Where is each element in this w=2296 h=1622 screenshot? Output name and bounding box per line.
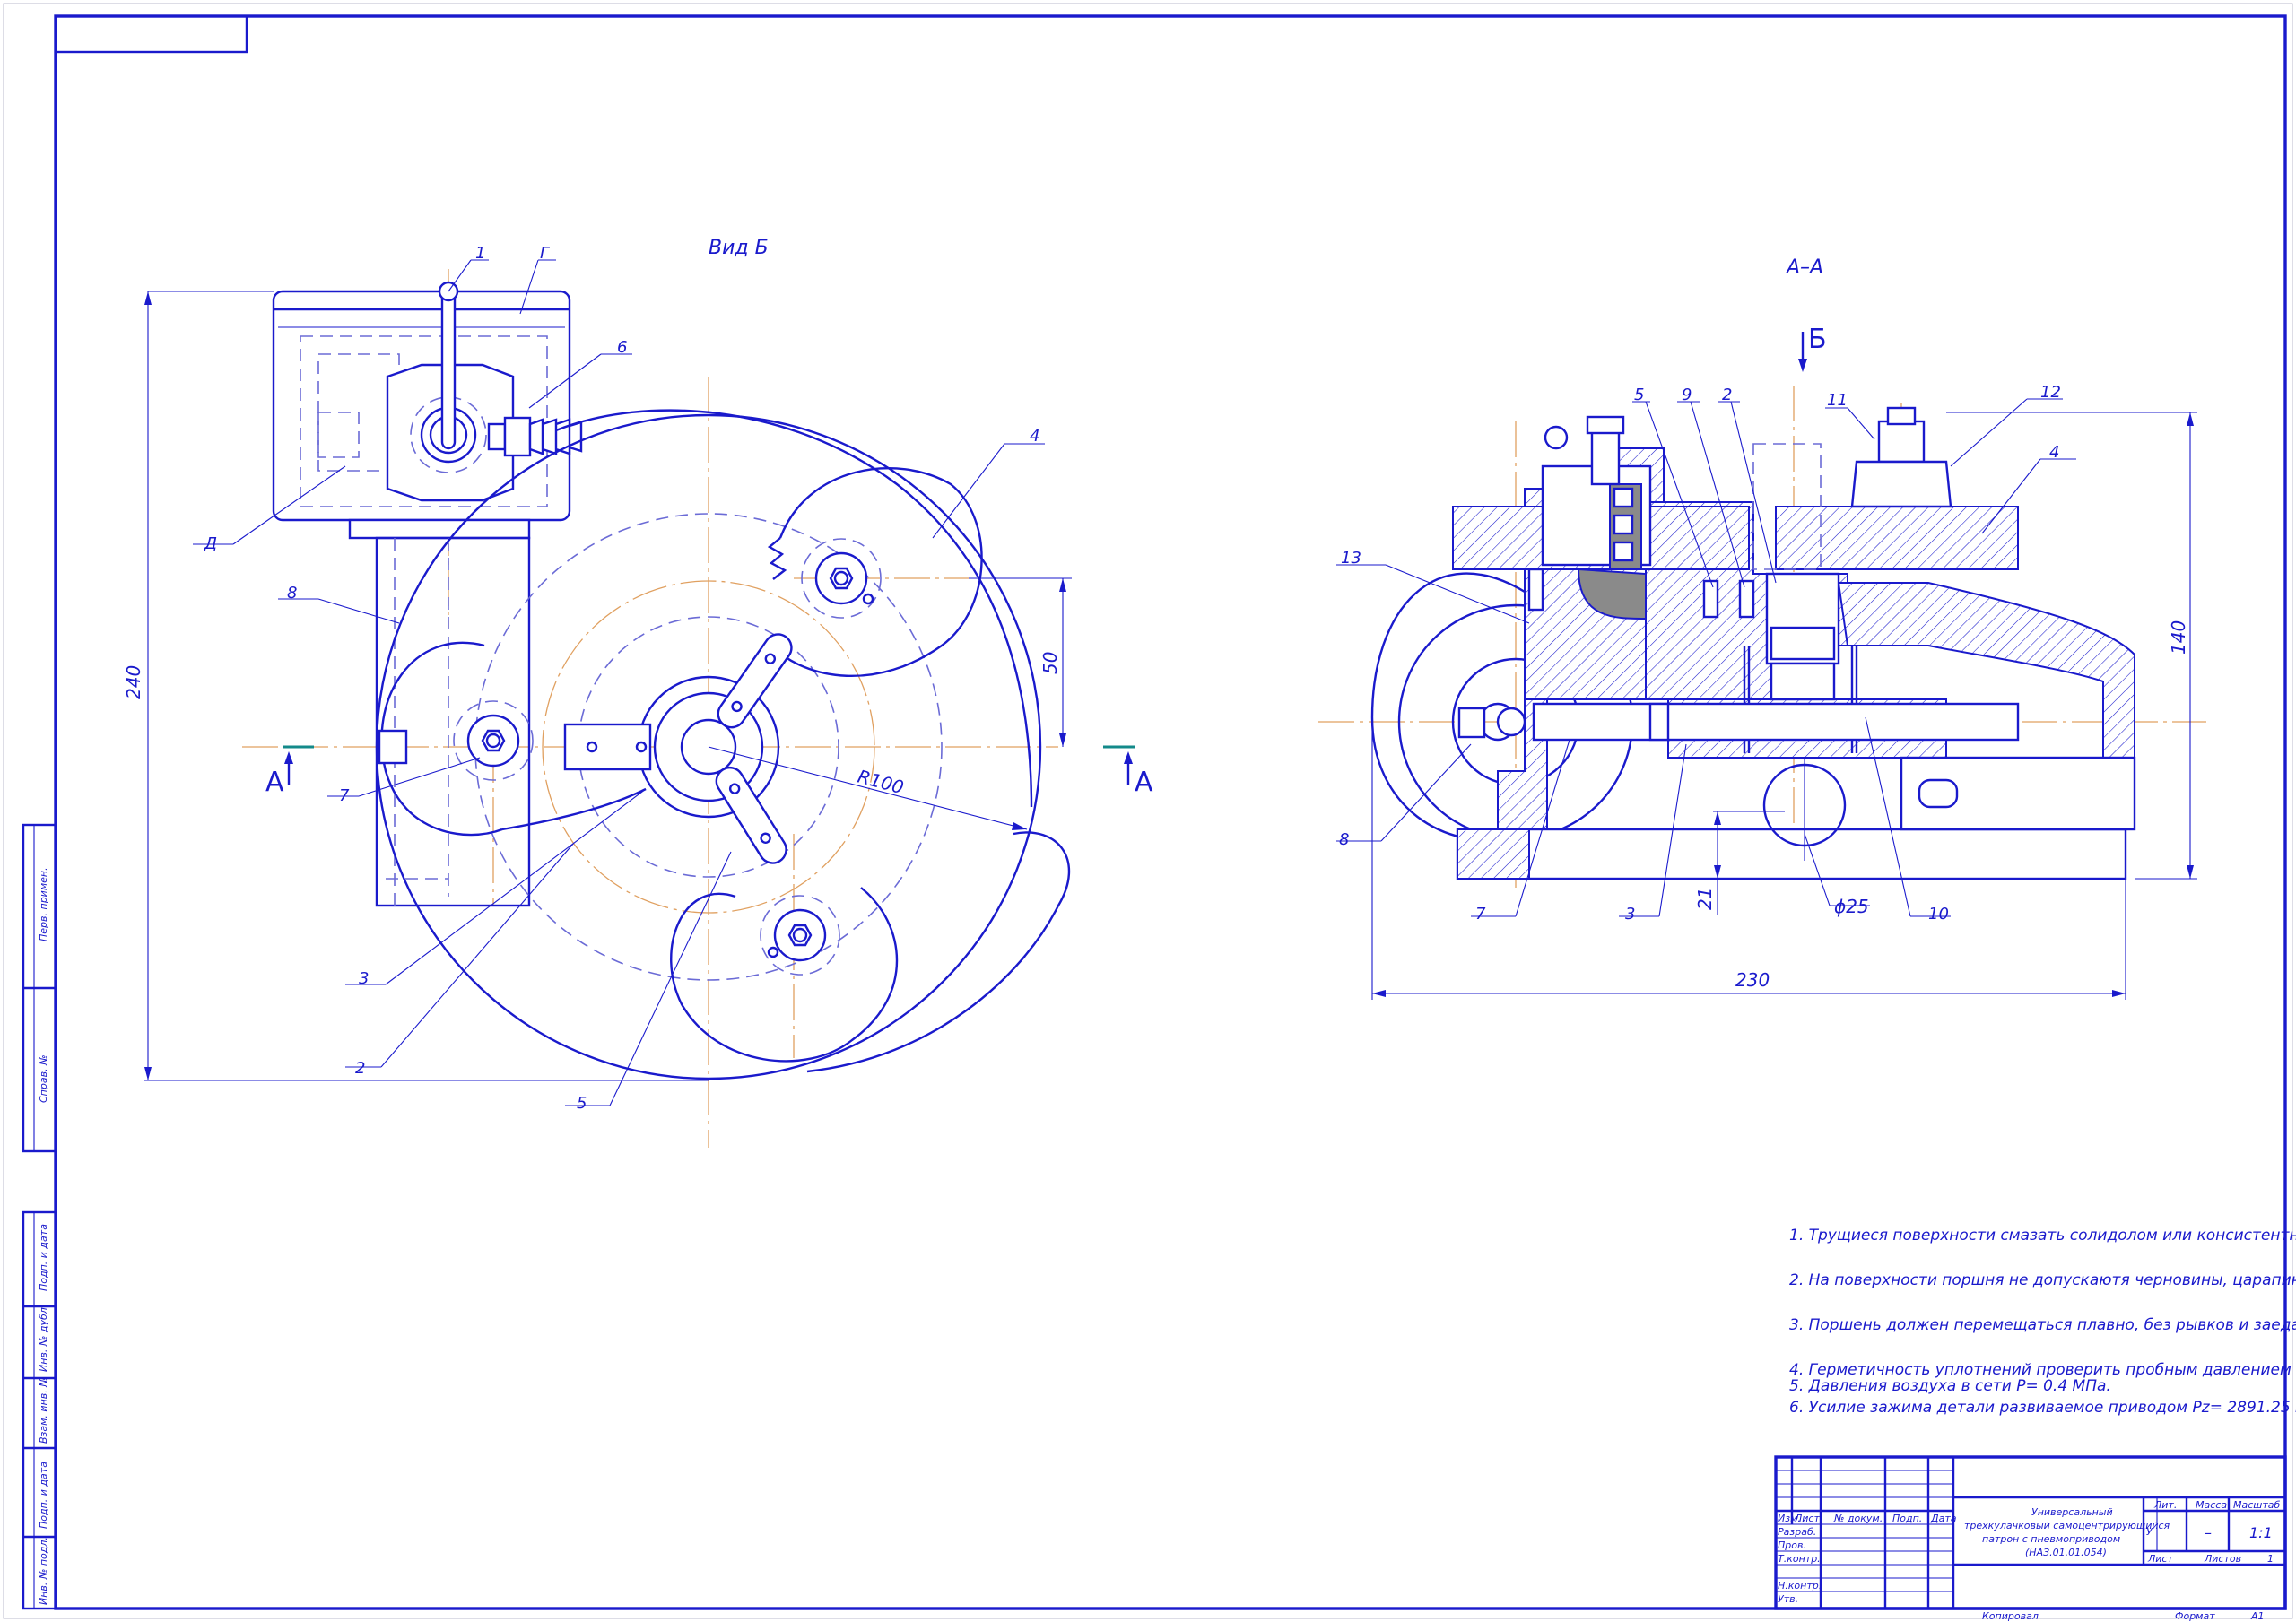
copied-label: Копировал: [1982, 1610, 2039, 1622]
row-utv: Утв.: [1778, 1593, 1798, 1605]
nut-bottom: [760, 895, 840, 976]
view-b-title: Вид Б: [709, 237, 769, 259]
callout-7: 7: [339, 786, 350, 805]
mass-header: Масса: [2196, 1499, 2227, 1511]
note-6: 6. Усилие зажима детали развиваемое прив…: [1789, 1399, 2296, 1417]
format-value: А1: [2250, 1610, 2265, 1622]
row-razrab: Разраб.: [1778, 1526, 1816, 1538]
side-stamp-1: Перв. примен.: [38, 867, 49, 941]
section-mark-right: А: [1135, 767, 1153, 798]
side-stamp-3: Подп. и дата: [38, 1224, 49, 1291]
side-stamp-6: Подп. и дата: [38, 1462, 49, 1529]
note-3: 3. Поршень должен перемещаться плавно, б…: [1789, 1316, 2296, 1334]
dim-50: 50: [1039, 652, 1061, 674]
section-mark-left: А: [265, 767, 284, 798]
lit-header: Лит.: [2153, 1499, 2177, 1511]
scale-value: 1:1: [2249, 1524, 2273, 1541]
side-stamp-2: Справ. №: [38, 1054, 49, 1103]
dim-r100: R100: [856, 766, 907, 799]
view-b: Вид Б А А 240 50 R100 1 Г 6 4 Д 8 7 3 2 …: [123, 237, 1153, 1148]
title-block: Универсальный трехкулачковый самоцентрир…: [1774, 1455, 2287, 1622]
section-a-a: А–А Б 140 230 21 ϕ25 13 5 9 2 11 12 4 8 …: [1318, 256, 2206, 1000]
dim-dia25: ϕ25: [1834, 896, 1869, 917]
designation-line-3: патрон с пневмоприводом: [1982, 1533, 2120, 1545]
col-doc: № докум.: [1833, 1513, 1883, 1524]
row-nkontr: Н.контр.: [1778, 1580, 1822, 1592]
callout-r-11: 11: [1827, 391, 1848, 410]
callout-4: 4: [1030, 427, 1039, 446]
side-stamp: Перв. примен. Справ. № Подп. и дата Инв.…: [22, 823, 57, 1610]
designation-line-1: Универсальный: [2031, 1506, 2113, 1518]
callout-3: 3: [359, 969, 369, 988]
note-4: 4. Герметичность уплотнений проверить пр…: [1789, 1361, 2296, 1379]
dim-140: 140: [2168, 620, 2189, 655]
format-label: Формат: [2175, 1610, 2215, 1622]
callout-r-5: 5: [1634, 386, 1644, 404]
col-sign: Подп.: [1892, 1513, 1922, 1524]
note-1: 1. Трущиеся поверхности смазать солидоло…: [1789, 1227, 2296, 1245]
callout-2: 2: [355, 1059, 365, 1078]
sheets-label: Листов: [2204, 1553, 2241, 1565]
callout-r-9: 9: [1682, 386, 1692, 404]
callout-r-2: 2: [1722, 386, 1732, 404]
designation-line-2: трехкулачковый самоцентрирующийся: [1964, 1520, 2170, 1531]
callout-r-3: 3: [1625, 905, 1635, 924]
dim-21: 21: [1694, 888, 1716, 910]
callout-r-4: 4: [2049, 443, 2059, 462]
note-5: 5. Давления воздуха в сети Р= 0.4 МПа.: [1789, 1377, 2111, 1395]
sheet-label: Лист: [2147, 1553, 2173, 1565]
sheets-value: 1: [2267, 1553, 2274, 1565]
technical-drawing: Перв. примен. Справ. № Подп. и дата Инв.…: [3, 3, 2296, 1622]
designation-line-4: (НАЗ.01.01.054): [2025, 1547, 2107, 1558]
callout-r-13: 13: [1341, 549, 1361, 568]
callout-d: Д: [204, 534, 217, 553]
col-list: Лист: [1794, 1513, 1820, 1524]
view-mark-b: Б: [1808, 324, 1827, 355]
callout-r-12: 12: [2040, 383, 2061, 402]
callout-8: 8: [287, 584, 297, 603]
mass-value: –: [2205, 1524, 2212, 1541]
side-stamp-4: Инв. № дубл.: [38, 1305, 49, 1372]
col-date: Дата: [1930, 1513, 1957, 1524]
callout-r-8: 8: [1339, 830, 1349, 849]
dim-230: 230: [1735, 969, 1770, 991]
dim-240: 240: [123, 665, 144, 699]
note-2: 2. На поверхности поршня не допускаютя ч…: [1789, 1271, 2296, 1289]
callout-r-7: 7: [1475, 905, 1486, 924]
side-stamp-5: Взам. инв. №: [38, 1376, 49, 1444]
side-stamp-7: Инв. № подл.: [38, 1537, 49, 1605]
row-tkontr: Т.контр.: [1778, 1553, 1821, 1565]
row-prov: Пров.: [1778, 1540, 1806, 1551]
section-title: А–А: [1785, 256, 1823, 279]
callout-5: 5: [577, 1094, 587, 1113]
technical-notes: 1. Трущиеся поверхности смазать солидоло…: [1789, 1227, 2296, 1417]
scale-header: Масштаб: [2233, 1499, 2280, 1511]
callout-r-10: 10: [1928, 905, 1949, 924]
callout-6: 6: [617, 338, 627, 357]
callout-1: 1: [475, 244, 485, 263]
